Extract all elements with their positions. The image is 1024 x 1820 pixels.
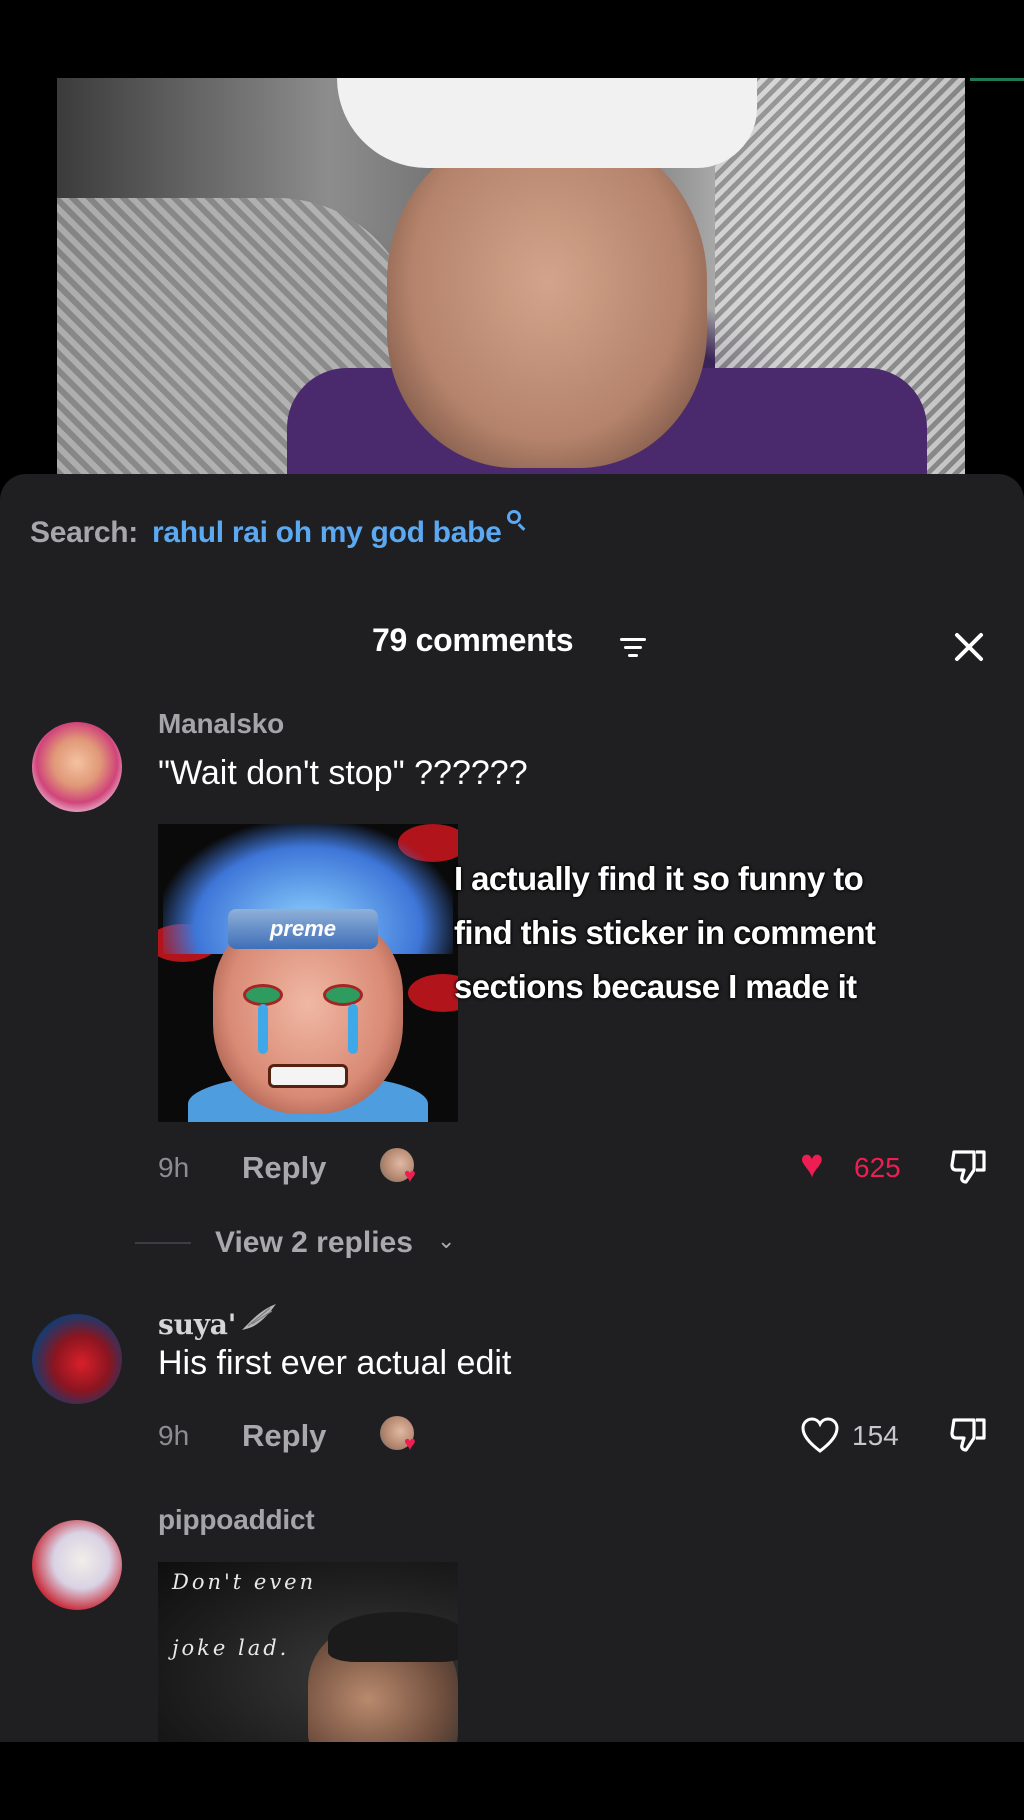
search-query-link[interactable]: rahul rai oh my god babe xyxy=(152,516,502,550)
reply-button[interactable]: Reply xyxy=(242,1150,326,1186)
comment-username[interactable]: pippoaddict xyxy=(158,1504,315,1536)
caption-line: sections because I made it xyxy=(454,968,857,1005)
comment-username[interactable]: suya' xyxy=(158,1308,236,1341)
comment-meme-image[interactable]: Don't even joke lad. xyxy=(158,1562,458,1742)
view-replies-label[interactable]: View 2 replies xyxy=(215,1226,413,1260)
like-count: 625 xyxy=(854,1152,901,1183)
chevron-down-icon: ⌄ xyxy=(437,1228,456,1253)
dislike-icon[interactable] xyxy=(946,1144,990,1188)
comment-sticker-image[interactable]: preme xyxy=(158,824,458,1122)
comments-sheet: Search: rahul rai oh my god babe 79 comm… xyxy=(0,474,1024,1742)
search-icon[interactable] xyxy=(504,510,526,536)
avatar[interactable] xyxy=(32,1520,122,1610)
reply-button[interactable]: Reply xyxy=(242,1418,326,1454)
bottom-bar xyxy=(0,1742,1024,1820)
meme-text-line: joke lad. xyxy=(172,1636,290,1660)
comments-count-title: 79 comments xyxy=(372,622,574,658)
like-count: 154 xyxy=(852,1420,899,1451)
comment-time: 9h xyxy=(158,1152,190,1183)
wing-icon xyxy=(242,1304,276,1330)
filter-icon[interactable] xyxy=(620,638,646,658)
dislike-icon[interactable] xyxy=(946,1412,990,1456)
comment-time: 9h xyxy=(158,1420,190,1451)
search-prefix: Search: xyxy=(30,516,138,549)
close-icon[interactable] xyxy=(951,628,987,664)
creator-liked-badge: ♥ xyxy=(380,1414,430,1458)
heart-outline-icon[interactable] xyxy=(800,1416,840,1454)
view-replies-toggle[interactable]: View 2 replies ⌄ xyxy=(135,1222,635,1262)
comments-header: 79 comments xyxy=(0,612,1024,672)
video-towel xyxy=(337,78,757,168)
comment-actions: 9h Reply ♥ 154 xyxy=(158,1410,998,1460)
comment-text: His first ever actual edit xyxy=(158,1344,512,1382)
search-suggestion[interactable]: Search: rahul rai oh my god babe xyxy=(30,510,526,550)
avatar[interactable] xyxy=(32,722,122,812)
avatar[interactable] xyxy=(32,1314,122,1404)
heart-filled-icon[interactable]: ♥ xyxy=(800,1144,824,1184)
comment-actions: 9h Reply ♥ ♥ 625 xyxy=(158,1142,998,1192)
video-caption-overlay: I actually find it so funny to find this… xyxy=(454,852,974,1014)
comment-username[interactable]: Manalsko xyxy=(158,708,284,740)
comment-text: "Wait don't stop" ?????? xyxy=(158,754,528,792)
video-progress-indicator xyxy=(970,78,1024,81)
caption-line: I actually find it so funny to xyxy=(454,860,864,897)
creator-liked-badge: ♥ xyxy=(380,1146,430,1190)
caption-line: find this sticker in comment xyxy=(454,914,876,951)
sticker-headband-text: preme xyxy=(269,916,337,941)
video-frame[interactable] xyxy=(57,78,965,475)
video-player[interactable] xyxy=(0,0,1024,480)
video-face xyxy=(387,128,707,468)
meme-text-line: Don't even xyxy=(172,1570,317,1594)
